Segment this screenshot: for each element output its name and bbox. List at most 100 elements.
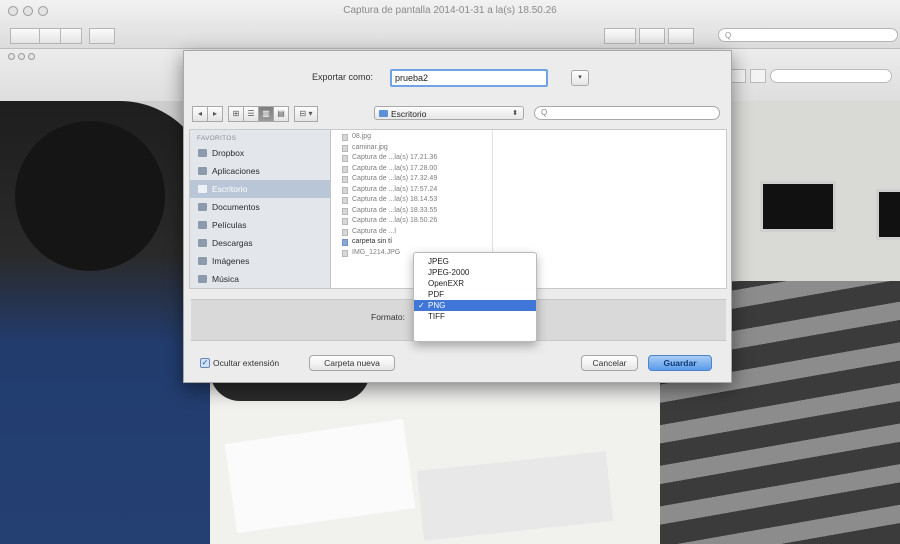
sidebar-heading: FAVORITOS <box>197 135 237 142</box>
format-option-label: OpenEXR <box>428 279 465 288</box>
export-name-row: Exportar como: prueba2 ▾ <box>184 69 733 89</box>
file-icon <box>342 144 348 152</box>
format-option[interactable]: JPEG-2000 <box>414 267 536 278</box>
bg-search-field <box>770 69 892 83</box>
format-option[interactable]: ✓ PNG <box>414 300 536 311</box>
format-label: Formato: <box>371 312 406 322</box>
sheet-search-input[interactable]: Q <box>534 106 720 120</box>
sidebar-item-label: Música <box>212 274 239 284</box>
background-window-controls <box>8 53 35 60</box>
sidebar-item-movies[interactable]: Películas <box>190 216 330 234</box>
file-list-item[interactable]: Captura de ...l <box>340 227 490 238</box>
applications-icon <box>198 167 207 175</box>
sidebar-item-documents[interactable]: Documentos <box>190 198 330 216</box>
format-option[interactable]: JPEG <box>414 256 536 267</box>
file-list-item[interactable]: Captura de ...la(s) 17.28.00 <box>340 164 490 175</box>
file-list-item[interactable]: 08.jpg <box>340 132 490 143</box>
icon-view-button[interactable]: ⊞ <box>228 106 244 122</box>
sidebar-toggle-button[interactable] <box>10 28 40 44</box>
file-list-item[interactable]: caminar.jpg <box>340 143 490 154</box>
format-option-label: JPEG-2000 <box>428 268 470 277</box>
sheet-bottom-row: ✓ Ocultar extensión Carpeta nueva Cancel… <box>184 354 733 374</box>
format-option-label: PNG <box>428 301 446 310</box>
expand-sheet-button[interactable]: ▾ <box>571 70 589 86</box>
file-name: Captura de ...la(s) 18.14.53 <box>352 196 438 203</box>
window-title: Captura de pantalla 2014-01-31 a la(s) 1… <box>343 5 557 16</box>
format-option-label: PDF <box>428 290 444 299</box>
file-name: Captura de ...l <box>352 227 396 235</box>
view-mode-buttons: ⊞ ☰ ▥ ▤ <box>228 106 289 122</box>
bg-close-dot <box>8 53 15 60</box>
coverflow-view-button[interactable]: ▤ <box>273 106 289 122</box>
file-column: 08.jpg caminar.jpg Captura de ...la(s) 17.… <box>340 132 490 258</box>
window-search-input[interactable]: Q <box>718 28 898 42</box>
share-button[interactable] <box>89 28 115 44</box>
file-list-item[interactable]: Captura de ...la(s) 17.32.49 <box>340 174 490 185</box>
format-option[interactable]: PDF <box>414 289 536 300</box>
file-name: Captura de ...la(s) 18.33.55 <box>352 206 438 214</box>
file-name: caminar.jpg <box>352 143 388 151</box>
format-option-label: JPEG <box>428 257 449 266</box>
file-icon <box>342 197 348 204</box>
back-button[interactable]: ◂ <box>192 106 208 122</box>
folder-icon <box>342 239 348 246</box>
file-list-item[interactable]: Captura de ...la(s) 18.50.26 <box>340 216 490 227</box>
file-icon <box>342 249 348 257</box>
column-view-button[interactable]: ▥ <box>258 106 274 122</box>
new-folder-button[interactable]: Carpeta nueva <box>309 355 395 371</box>
file-icon <box>342 165 348 173</box>
sidebar-item-applications[interactable]: Aplicaciones <box>190 162 330 180</box>
pictures-icon <box>198 257 207 265</box>
sidebar-item-pictures[interactable]: Imágenes <box>190 252 330 270</box>
movies-icon <box>198 221 207 229</box>
format-option[interactable]: OpenEXR <box>414 278 536 289</box>
filename-input[interactable]: prueba2 <box>390 69 548 87</box>
browser-toolbar: ◂ ▸ ⊞ ☰ ▥ ▤ ⊟ ▾ <box>192 106 323 122</box>
zoom-out-button[interactable] <box>39 28 61 44</box>
file-name: IMG_1214.JPG <box>352 248 401 256</box>
file-name: Captura de ...la(s) 17.32.49 <box>352 175 438 182</box>
music-icon <box>198 275 207 283</box>
format-option[interactable]: TIFF <box>414 311 536 322</box>
cancel-button[interactable]: Cancelar <box>581 355 638 371</box>
arrange-menu-button[interactable]: ⊟ ▾ <box>294 106 318 122</box>
sidebar-item-downloads[interactable]: Descargas <box>190 234 330 252</box>
window-titlebar: Captura de pantalla 2014-01-31 a la(s) 1… <box>0 0 900 49</box>
export-as-label: Exportar como: <box>312 72 374 82</box>
sidebar-item-desktop[interactable]: Escritorio <box>190 180 330 198</box>
sidebar-item-label: Dropbox <box>212 148 245 158</box>
file-list-item[interactable]: Captura de ...la(s) 18.14.53 <box>340 195 490 206</box>
toolbar-right <box>604 28 694 44</box>
annotate-button[interactable] <box>604 28 636 44</box>
folder-icon <box>379 110 388 117</box>
photo-head <box>15 121 165 271</box>
sidebar-item-folder[interactable]: Dropbox <box>190 144 330 162</box>
file-list-item[interactable]: carpeta sin tí <box>340 237 490 248</box>
file-list-item[interactable]: Captura de ...la(s) 17.21.36 <box>340 153 490 164</box>
file-icon <box>342 218 348 225</box>
forward-button[interactable]: ▸ <box>207 106 223 122</box>
format-option-label: TIFF <box>428 312 445 321</box>
file-list-item[interactable]: Captura de ...la(s) 17.57.24 <box>340 185 490 196</box>
file-name: 08.jpg <box>352 133 372 140</box>
file-name: Captura de ...la(s) 17.28.00 <box>352 164 438 172</box>
checkmark-icon: ✓ <box>418 301 425 310</box>
location-popup[interactable]: Escritorio ⬍ <box>374 106 524 120</box>
sidebar-item-label: Aplicaciones <box>212 166 260 176</box>
desktop-icon <box>198 185 207 193</box>
file-list-item[interactable]: Captura de ...la(s) 18.33.55 <box>340 206 490 217</box>
hide-extension-checkbox[interactable]: ✓ <box>200 358 210 368</box>
sidebar: FAVORITOS Dropbox Aplicaciones Escritorio D… <box>190 130 331 288</box>
file-name: Captura de ...la(s) 17.57.24 <box>352 185 438 193</box>
save-button[interactable]: Guardar <box>648 355 712 371</box>
rotate-button[interactable] <box>639 28 665 44</box>
file-name: carpeta sin tí <box>352 238 393 245</box>
file-icon <box>342 186 348 194</box>
arrange-buttons: ⊟ ▾ <box>294 106 318 122</box>
sidebar-item-music[interactable]: Música <box>190 270 330 288</box>
inspector-button[interactable] <box>668 28 694 44</box>
downloads-icon <box>198 239 207 247</box>
zoom-in-button[interactable] <box>60 28 82 44</box>
list-view-button[interactable]: ☰ <box>243 106 259 122</box>
file-icon <box>342 176 348 183</box>
